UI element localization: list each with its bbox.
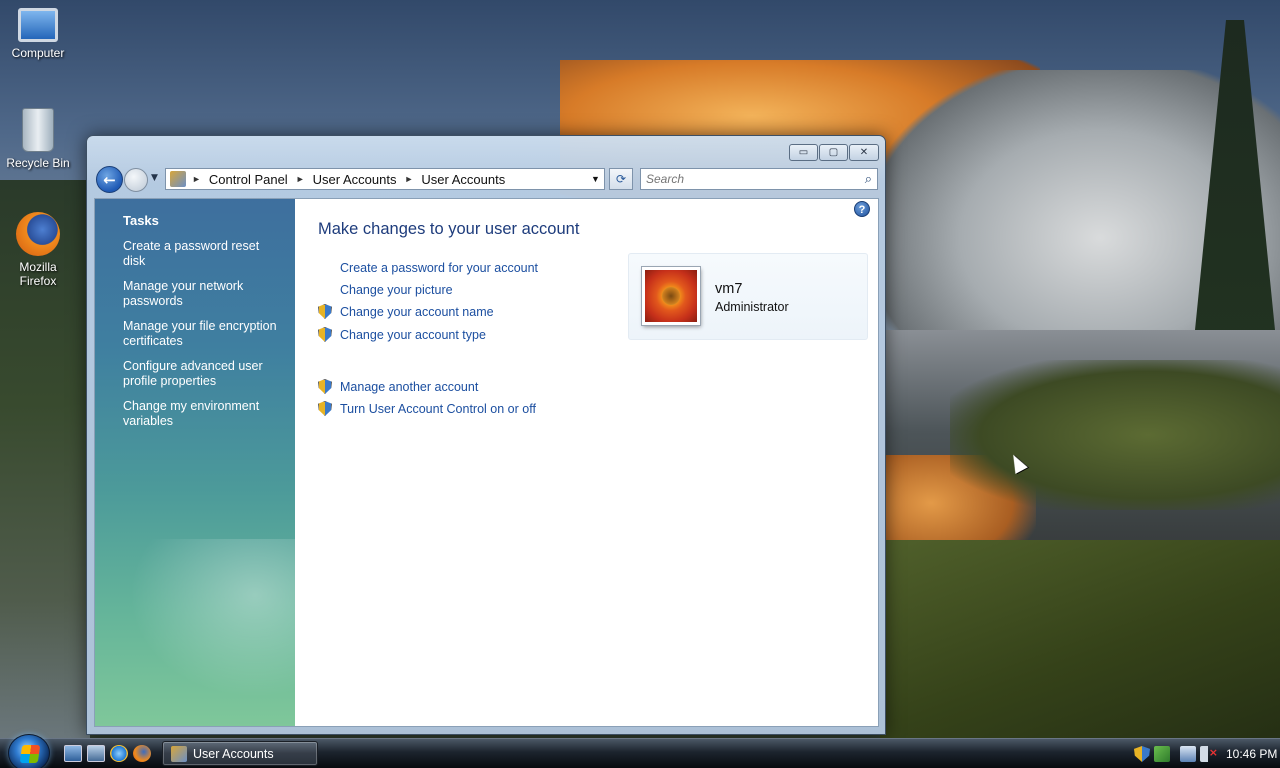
firefox-icon bbox=[16, 212, 60, 256]
control-panel-icon bbox=[170, 171, 186, 187]
back-button[interactable]: ← bbox=[96, 166, 123, 193]
task-change-environment-variables[interactable]: Change my environment variables bbox=[123, 399, 283, 429]
search-box[interactable]: ⌕ bbox=[640, 168, 878, 190]
desktop-icon-label: Recycle Bin bbox=[6, 156, 70, 170]
search-icon[interactable]: ⌕ bbox=[865, 172, 872, 187]
link-manage-another-account[interactable]: Manage another account bbox=[318, 379, 478, 394]
user-accounts-window: ▭ ▢ ✕ ← ▼ ► Control Panel ► User Account… bbox=[86, 135, 886, 735]
desktop-icon-recycle-bin[interactable]: Recycle Bin bbox=[0, 108, 76, 170]
search-input[interactable] bbox=[646, 172, 851, 186]
link-create-password[interactable]: Create a password for your account bbox=[318, 261, 538, 275]
uac-shield-icon bbox=[318, 401, 332, 416]
desktop-icon-computer[interactable]: Computer bbox=[0, 4, 76, 60]
link-change-account-type[interactable]: Change your account type bbox=[318, 327, 486, 342]
breadcrumb-separator[interactable]: ► bbox=[296, 174, 305, 184]
link-change-picture[interactable]: Change your picture bbox=[318, 283, 453, 297]
forward-button[interactable] bbox=[124, 168, 148, 192]
help-icon[interactable]: ? bbox=[854, 201, 870, 217]
breadcrumb-separator[interactable]: ► bbox=[404, 174, 413, 184]
breadcrumb-control-panel[interactable]: Control Panel bbox=[209, 172, 288, 187]
recent-pages-dropdown[interactable]: ▼ bbox=[151, 173, 158, 183]
main-pane: ? Make changes to your user account Crea… bbox=[295, 199, 878, 726]
maximize-button[interactable]: ▢ bbox=[819, 144, 848, 161]
user-accounts-icon bbox=[171, 745, 187, 762]
user-name: vm7 bbox=[715, 281, 743, 297]
minimize-button[interactable]: ▭ bbox=[789, 144, 818, 161]
close-button[interactable]: ✕ bbox=[849, 144, 879, 161]
desktop-icon-firefox[interactable]: Mozilla Firefox bbox=[0, 212, 76, 288]
task-manage-file-encryption-certificates[interactable]: Manage your file encryption certificates bbox=[123, 319, 283, 349]
breadcrumb-user-accounts-current[interactable]: User Accounts bbox=[421, 172, 505, 187]
user-account-card: vm7 Administrator bbox=[628, 253, 868, 340]
task-configure-advanced-profile[interactable]: Configure advanced user profile properti… bbox=[123, 359, 283, 389]
refresh-button[interactable]: ⟳ bbox=[609, 168, 633, 190]
tasks-pane-swirl bbox=[95, 539, 295, 726]
clock[interactable]: 10:46 PM bbox=[1226, 747, 1277, 761]
volume-muted-icon[interactable] bbox=[1200, 746, 1218, 762]
uac-shield-icon bbox=[318, 379, 332, 394]
link-label[interactable]: Change your account name bbox=[340, 305, 494, 319]
notification-area: 10:46 PM bbox=[1130, 739, 1280, 768]
security-center-icon[interactable] bbox=[1134, 746, 1150, 762]
link-turn-uac-on-off[interactable]: Turn User Account Control on or off bbox=[318, 401, 536, 416]
avatar[interactable] bbox=[642, 267, 700, 325]
link-change-account-name[interactable]: Change your account name bbox=[318, 304, 494, 319]
link-label[interactable]: Create a password for your account bbox=[340, 261, 538, 275]
switch-windows-icon[interactable] bbox=[87, 745, 105, 762]
tasks-title: Tasks bbox=[123, 213, 159, 228]
wallpaper-foreground-grass bbox=[880, 540, 1280, 740]
window-content: Tasks Create a password reset disk Manag… bbox=[94, 198, 879, 727]
breadcrumb-separator[interactable]: ► bbox=[192, 174, 201, 184]
taskbar: User Accounts 10:46 PM bbox=[0, 734, 1280, 768]
uac-shield-icon bbox=[318, 327, 332, 342]
windows-defender-icon[interactable] bbox=[1154, 746, 1170, 762]
task-manage-network-passwords[interactable]: Manage your network passwords bbox=[123, 279, 283, 309]
taskbar-button-label: User Accounts bbox=[193, 746, 274, 761]
address-dropdown-icon[interactable]: ▼ bbox=[586, 174, 604, 184]
link-label[interactable]: Change your account type bbox=[340, 328, 486, 342]
windows-logo-icon bbox=[19, 745, 41, 763]
navigation-bar: ← ▼ ► Control Panel ► User Accounts ► Us… bbox=[95, 166, 878, 194]
uac-shield-icon bbox=[318, 304, 332, 319]
desktop-icon-label: Computer bbox=[11, 46, 65, 60]
wallpaper-meadow bbox=[950, 360, 1280, 510]
tasks-pane: Tasks Create a password reset disk Manag… bbox=[95, 199, 295, 726]
computer-icon bbox=[18, 8, 58, 42]
firefox-quicklaunch-icon[interactable] bbox=[133, 745, 151, 762]
taskbar-button-user-accounts[interactable]: User Accounts bbox=[162, 741, 318, 766]
show-desktop-icon[interactable] bbox=[64, 745, 82, 762]
recycle-bin-icon bbox=[22, 108, 54, 152]
page-title: Make changes to your user account bbox=[318, 220, 580, 238]
link-label[interactable]: Change your picture bbox=[340, 283, 453, 297]
desktop-icon-label: Mozilla Firefox bbox=[19, 260, 57, 288]
breadcrumb-user-accounts[interactable]: User Accounts bbox=[313, 172, 397, 187]
address-bar[interactable]: ► Control Panel ► User Accounts ► User A… bbox=[165, 168, 605, 190]
network-icon[interactable] bbox=[1180, 746, 1196, 762]
task-create-password-reset-disk[interactable]: Create a password reset disk bbox=[123, 239, 283, 269]
internet-explorer-icon[interactable] bbox=[110, 745, 128, 762]
user-role: Administrator bbox=[715, 300, 789, 314]
start-button[interactable] bbox=[8, 734, 50, 768]
link-label[interactable]: Turn User Account Control on or off bbox=[340, 402, 536, 416]
caption-buttons: ▭ ▢ ✕ bbox=[788, 144, 879, 161]
link-label[interactable]: Manage another account bbox=[340, 380, 478, 394]
